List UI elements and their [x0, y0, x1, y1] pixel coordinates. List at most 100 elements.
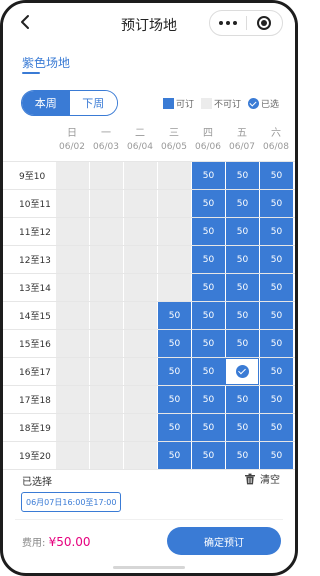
available-cell[interactable]: 50 — [191, 442, 225, 469]
available-cell[interactable]: 50 — [191, 358, 225, 385]
available-cell[interactable]: 50 — [191, 414, 225, 441]
available-cell[interactable]: 50 — [157, 330, 191, 357]
available-cell[interactable]: 50 — [259, 162, 293, 189]
unavailable-cell — [89, 358, 123, 385]
check-circle-icon — [235, 365, 249, 378]
available-cell[interactable]: 50 — [225, 302, 259, 329]
selected-label: 已选择 — [22, 477, 52, 488]
fee-amount: ¥50.00 — [48, 535, 91, 549]
available-cell[interactable]: 50 — [259, 302, 293, 329]
clear-label: 清空 — [260, 475, 280, 486]
available-cell[interactable]: 50 — [225, 190, 259, 217]
available-cell[interactable]: 50 — [259, 442, 293, 469]
available-cell[interactable]: 50 — [157, 414, 191, 441]
time-slot-label: 18至19 — [3, 414, 55, 441]
selected-cell[interactable] — [225, 358, 259, 385]
available-cell[interactable]: 50 — [157, 442, 191, 469]
available-cell[interactable]: 50 — [225, 330, 259, 357]
time-slot-label: 11至12 — [3, 218, 55, 245]
available-cell[interactable]: 50 — [259, 358, 293, 385]
unavailable-cell — [89, 330, 123, 357]
available-cell[interactable]: 50 — [259, 246, 293, 273]
unavailable-cell — [55, 246, 89, 273]
next-week-button[interactable]: 下周 — [69, 91, 117, 115]
unavailable-cell — [123, 442, 157, 469]
day-date: 06/02 — [59, 142, 85, 152]
selected-slot-chip[interactable]: 06月07日16:00至17:00 — [21, 492, 122, 512]
fee-label: 费用: — [22, 538, 46, 549]
time-slot-label: 17至18 — [3, 386, 55, 413]
available-cell[interactable]: 50 — [259, 414, 293, 441]
venue-tab[interactable]: 紫色场地 — [22, 54, 70, 71]
available-cell[interactable]: 50 — [191, 386, 225, 413]
unavailable-cell — [55, 442, 89, 469]
nav-bar: 预订场地 — [3, 3, 295, 45]
available-cell[interactable]: 50 — [191, 302, 225, 329]
unavailable-cell — [123, 386, 157, 413]
available-cell[interactable]: 50 — [225, 414, 259, 441]
available-cell[interactable]: 50 — [157, 302, 191, 329]
day-header: 二 06/04 — [123, 127, 157, 161]
legend-available: 可订 — [163, 97, 194, 110]
clear-button[interactable]: 清空 — [244, 471, 280, 486]
day-name: 二 — [135, 128, 145, 139]
legend-selected-label: 已选 — [261, 100, 280, 110]
unavailable-cell — [123, 274, 157, 301]
trash-icon — [245, 473, 255, 484]
time-row: 14至15 50 50 50 50 — [3, 301, 295, 329]
available-cell[interactable]: 50 — [225, 386, 259, 413]
day-name: 三 — [169, 128, 179, 139]
unavailable-cell — [123, 218, 157, 245]
time-slot-label: 15至16 — [3, 330, 55, 357]
time-row: 15至16 50 50 50 50 — [3, 329, 295, 357]
available-cell[interactable]: 50 — [259, 330, 293, 357]
this-week-button[interactable]: 本周 — [22, 91, 70, 115]
available-cell[interactable]: 50 — [191, 190, 225, 217]
day-name: 六 — [271, 128, 281, 139]
time-row: 10至11 50 50 50 — [3, 189, 295, 217]
legend: 可订 不可订 已选 — [163, 97, 282, 110]
unavailable-cell — [123, 190, 157, 217]
time-row: 18至19 50 50 50 50 — [3, 413, 295, 441]
available-cell[interactable]: 50 — [191, 330, 225, 357]
close-program-button[interactable] — [247, 11, 283, 35]
available-cell[interactable]: 50 — [225, 442, 259, 469]
time-slot-label: 19至20 — [3, 442, 55, 469]
unavailable-cell — [123, 246, 157, 273]
day-header: 三 06/05 — [157, 127, 191, 161]
available-cell[interactable]: 50 — [259, 274, 293, 301]
available-cell[interactable]: 50 — [191, 246, 225, 273]
available-cell[interactable]: 50 — [191, 162, 225, 189]
legend-unavailable: 不可订 — [201, 97, 241, 110]
available-cell[interactable]: 50 — [259, 190, 293, 217]
available-cell[interactable]: 50 — [191, 218, 225, 245]
unavailable-cell — [55, 414, 89, 441]
unavailable-cell — [123, 358, 157, 385]
confirm-booking-button[interactable]: 确定预订 — [167, 527, 281, 555]
unavailable-cell — [55, 162, 89, 189]
time-row: 12至13 50 50 50 — [3, 245, 295, 273]
unavailable-cell — [157, 190, 191, 217]
available-cell[interactable]: 50 — [225, 274, 259, 301]
available-cell[interactable]: 50 — [259, 218, 293, 245]
day-date: 06/06 — [195, 142, 221, 152]
available-cell[interactable]: 50 — [191, 274, 225, 301]
unavailable-cell — [157, 246, 191, 273]
available-cell[interactable]: 50 — [225, 246, 259, 273]
unavailable-cell — [123, 330, 157, 357]
available-cell[interactable]: 50 — [157, 358, 191, 385]
grid-corner — [3, 127, 55, 161]
more-dots-icon — [218, 21, 237, 25]
day-date: 06/07 — [229, 142, 255, 152]
grid-bottom-line — [3, 469, 295, 470]
available-cell[interactable]: 50 — [225, 218, 259, 245]
unavailable-cell — [55, 218, 89, 245]
available-cell[interactable]: 50 — [157, 386, 191, 413]
unavailable-cell — [89, 274, 123, 301]
more-menu-button[interactable] — [210, 11, 246, 35]
day-name: 四 — [203, 128, 213, 139]
available-cell[interactable]: 50 — [259, 386, 293, 413]
unavailable-cell — [89, 414, 123, 441]
available-cell[interactable]: 50 — [225, 162, 259, 189]
unavailable-cell — [89, 162, 123, 189]
